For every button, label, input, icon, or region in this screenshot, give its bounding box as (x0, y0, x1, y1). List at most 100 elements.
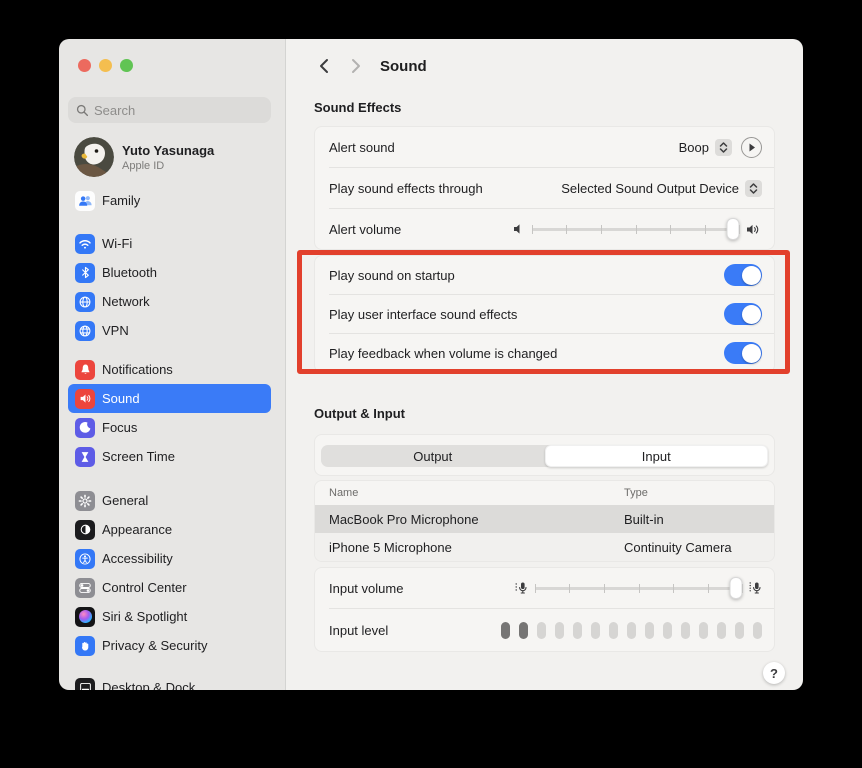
sidebar-item-label: Network (102, 294, 150, 309)
family-icon (75, 191, 95, 211)
level-segment (519, 622, 528, 639)
search-field[interactable] (68, 97, 271, 123)
level-segment (663, 622, 672, 639)
level-segment (645, 622, 654, 639)
sidebar-item-wifi[interactable]: Wi-Fi (68, 229, 271, 258)
sidebar-item-label: VPN (102, 323, 129, 338)
zoom-window-button[interactable] (120, 59, 133, 72)
sidebar-item-control-center[interactable]: Control Center (68, 573, 271, 602)
column-header-type: Type (624, 487, 774, 499)
search-icon (76, 104, 89, 117)
alert-sound-popup-button[interactable] (715, 139, 732, 156)
window-controls (78, 59, 271, 72)
input-volume-slider (515, 581, 762, 595)
sidebar-item-label: Accessibility (102, 551, 173, 566)
sidebar: Yuto Yasunaga Apple ID Family Wi-Fi Blue… (59, 39, 286, 690)
sidebar-item-label: General (102, 493, 148, 508)
play-sound-on-startup-toggle[interactable] (724, 264, 762, 286)
play-through-label: Play sound effects through (329, 181, 483, 196)
alert-volume-row: Alert volume (315, 209, 774, 249)
input-devices-table: Name Type MacBook Pro Microphone Built-i… (314, 480, 775, 562)
contrast-icon (75, 520, 95, 540)
tab-output[interactable]: Output (321, 445, 545, 467)
sidebar-item-siri-spotlight[interactable]: Siri & Spotlight (68, 602, 271, 631)
hand-icon (75, 636, 95, 656)
toggle-row: Play user interface sound effects (315, 295, 774, 333)
forward-button[interactable] (346, 56, 366, 76)
sidebar-item-label: Wi-Fi (102, 236, 132, 251)
alert-volume-label: Alert volume (329, 222, 401, 237)
sidebar-item-label: Sound (102, 391, 140, 406)
speaker-low-icon (513, 223, 525, 235)
level-segment (501, 622, 510, 639)
startup-sounds-card: Play sound on startup Play user interfac… (314, 255, 775, 373)
toggles-icon (75, 578, 95, 598)
back-button[interactable] (314, 56, 334, 76)
tab-input[interactable]: Input (545, 445, 769, 467)
help-button[interactable]: ? (763, 662, 785, 684)
moon-icon (75, 418, 95, 438)
play-alert-sound-button[interactable] (741, 137, 762, 158)
level-segment (591, 622, 600, 639)
speaker-loud-icon (746, 223, 762, 236)
sidebar-item-label: Notifications (102, 362, 173, 377)
alert-volume-thumb[interactable] (726, 218, 739, 240)
mic-low-icon (515, 581, 528, 595)
alert-sound-label: Alert sound (329, 140, 395, 155)
input-volume-thumb[interactable] (729, 577, 742, 599)
level-segment (699, 622, 708, 639)
level-segment (753, 622, 762, 639)
minimize-window-button[interactable] (99, 59, 112, 72)
sidebar-item-accessibility[interactable]: Accessibility (68, 544, 271, 573)
sidebar-item-focus[interactable]: Focus (68, 413, 271, 442)
sidebar-item-network[interactable]: Network (68, 287, 271, 316)
siri-icon (75, 607, 95, 627)
alert-sound-value: Boop (679, 140, 709, 155)
sidebar-item-sound[interactable]: Sound (68, 384, 271, 413)
level-segment (717, 622, 726, 639)
input-volume-card: Input volume Input level (314, 567, 775, 652)
input-level-label: Input level (329, 623, 388, 638)
level-segment (627, 622, 636, 639)
sidebar-item-label: Appearance (102, 522, 172, 537)
apple-id-profile[interactable]: Yuto Yasunaga Apple ID (68, 137, 271, 177)
play-through-popup-button[interactable] (745, 180, 762, 197)
input-volume-track[interactable] (535, 587, 742, 590)
sidebar-item-family[interactable]: Family (68, 186, 271, 215)
level-segment (609, 622, 618, 639)
toggle-row: Play sound on startup (315, 256, 774, 294)
sidebar-item-general[interactable]: General (68, 486, 271, 515)
table-row[interactable]: MacBook Pro Microphone Built-in (315, 505, 774, 533)
level-segment (735, 622, 744, 639)
section-title-sound-effects: Sound Effects (314, 100, 775, 116)
sidebar-item-bluetooth[interactable]: Bluetooth (68, 258, 271, 287)
alert-volume-track[interactable] (532, 228, 739, 231)
level-segment (573, 622, 582, 639)
toggle-row: Play feedback when volume is changed (315, 334, 774, 372)
wifi-icon (75, 234, 95, 254)
close-window-button[interactable] (78, 59, 91, 72)
sidebar-item-label: Focus (102, 420, 137, 435)
sidebar-item-vpn[interactable]: VPN (68, 316, 271, 345)
sidebar-item-privacy-security[interactable]: Privacy & Security (68, 631, 271, 660)
output-input-segmented-control: Output Input (321, 445, 768, 467)
sidebar-item-label: Bluetooth (102, 265, 157, 280)
sidebar-item-desktop-dock[interactable]: Desktop & Dock (68, 673, 271, 690)
vpn-globe-icon (75, 321, 95, 341)
section-title-output-input: Output & Input (314, 406, 775, 422)
profile-name: Yuto Yasunaga (122, 143, 214, 158)
table-row[interactable]: iPhone 5 Microphone Continuity Camera (315, 533, 774, 561)
sidebar-item-notifications[interactable]: Notifications (68, 355, 271, 384)
navigation-header: Sound (314, 52, 775, 80)
toggle-label: Play feedback when volume is changed (329, 346, 557, 361)
play-volume-feedback-toggle[interactable] (724, 342, 762, 364)
network-globe-icon (75, 292, 95, 312)
sidebar-item-appearance[interactable]: Appearance (68, 515, 271, 544)
sidebar-item-label: Desktop & Dock (102, 680, 195, 690)
play-ui-sound-effects-toggle[interactable] (724, 303, 762, 325)
input-volume-row: Input volume (315, 568, 774, 608)
search-input[interactable] (94, 103, 263, 118)
hourglass-icon (75, 447, 95, 467)
device-name: MacBook Pro Microphone (329, 512, 624, 527)
sidebar-item-screen-time[interactable]: Screen Time (68, 442, 271, 471)
